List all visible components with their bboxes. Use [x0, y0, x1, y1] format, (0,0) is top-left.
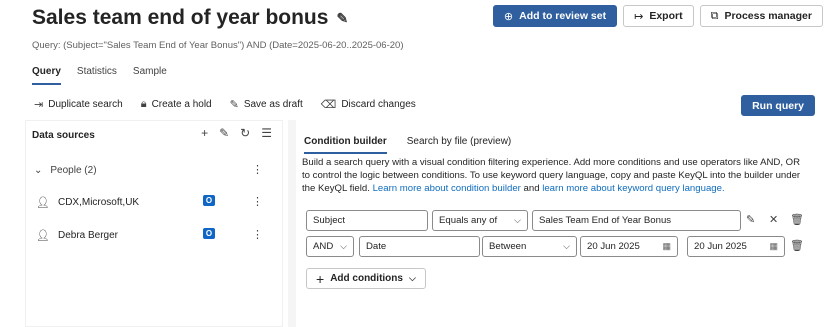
add-icon[interactable]: + [201, 126, 208, 140]
plus-circle-icon: ⊕ [503, 10, 514, 23]
refresh-icon[interactable]: ↻ [240, 126, 250, 140]
export-label: Export [649, 10, 683, 22]
delete-icon[interactable]: 🗑︎ [790, 239, 804, 252]
date-from-input[interactable]: 20 Jun 2025 ▦ [580, 236, 678, 257]
lock-icon: 🔒︎ [140, 98, 147, 110]
data-sources-panel: Data sources + ✎ ↻ ☰ ⌄ People (2) ⋮ 👤︎ C… [25, 120, 283, 327]
source-name: CDX,Microsoft,UK [57, 197, 140, 208]
pencil-icon: ✎ [229, 99, 239, 111]
chevron-down-icon: ⌄ [34, 165, 43, 176]
builder-tabs: Condition builder Search by file (previe… [304, 136, 511, 154]
tab-sample[interactable]: Sample [133, 66, 167, 85]
discard-changes-button[interactable]: ⌫ Discard changes [321, 98, 416, 111]
data-sources-heading: Data sources [32, 130, 95, 141]
plus-icon: + [316, 270, 325, 287]
main-tabs: Query Statistics Sample [32, 66, 167, 85]
condition-builder-panel: Condition builder Search by file (previe… [296, 120, 837, 327]
people-group[interactable]: ⌄ People (2) [34, 165, 97, 176]
query-toolbar: ⇥ Duplicate search 🔒︎ Create a hold ✎ Sa… [34, 98, 416, 111]
condition-operator-value: Equals any of [439, 215, 498, 226]
delete-icon[interactable]: 🗑︎ [790, 213, 804, 226]
outlook-icon: O [203, 228, 215, 239]
chevron-down-icon: ⌵ [408, 273, 416, 283]
condition-value-text: Sales Team End of Year Bonus [539, 215, 672, 226]
more-icon[interactable]: ⋮ [252, 163, 263, 176]
condition-field-value: Date [366, 241, 387, 252]
export-icon: ↦ [634, 10, 644, 23]
page-title-wrap: Sales team end of year bonus ✎ [32, 6, 348, 30]
run-query-button[interactable]: Run query [741, 95, 815, 116]
duplicate-icon: ⇥ [34, 99, 44, 111]
date-to-input[interactable]: 20 Jun 2025 ▦ [687, 236, 785, 257]
logic-operator-value: AND [313, 241, 334, 252]
kql-link[interactable]: learn more about keyword query language. [542, 183, 724, 194]
chevron-down-icon: ⌵ [340, 241, 347, 251]
duplicate-search-button[interactable]: ⇥ Duplicate search [34, 98, 123, 111]
tab-query[interactable]: Query [32, 66, 61, 85]
run-query-label: Run query [752, 99, 804, 112]
header-actions: ⊕ Add to review set ↦ Export ⧉ Process m… [492, 5, 823, 27]
more-icon[interactable]: ⋮ [252, 195, 263, 208]
date-from-value: 20 Jun 2025 [587, 241, 640, 252]
person-icon: 👤︎ [36, 230, 50, 242]
condition-field-select[interactable]: Date [359, 236, 480, 257]
process-manager-label: Process manager [724, 10, 812, 22]
add-to-review-set-button[interactable]: ⊕ Add to review set [492, 5, 618, 27]
add-conditions-label: Add conditions [330, 273, 403, 284]
create-hold-button[interactable]: 🔒︎ Create a hold [141, 98, 212, 111]
list-search-icon[interactable]: ☰ [261, 126, 272, 140]
data-sources-actions: + ✎ ↻ ☰ [201, 126, 272, 140]
edit-icon[interactable]: ✎ [336, 10, 348, 27]
condition-operator-select[interactable]: Equals any of ⌵ [432, 210, 528, 231]
people-group-label: People (2) [50, 165, 97, 176]
source-name: Debra Berger [57, 230, 118, 241]
chevron-down-icon: ⌵ [563, 241, 570, 251]
hold-label: Create a hold [151, 99, 212, 110]
page-title: Sales team end of year bonus [32, 6, 329, 29]
more-icon[interactable]: ⋮ [252, 228, 263, 241]
edit-icon[interactable]: ✎ [746, 213, 755, 226]
discard-icon: ⌫ [320, 99, 337, 111]
person-icon: 👤︎ [36, 197, 50, 209]
outlook-icon: O [203, 195, 215, 206]
chevron-down-icon: ⌵ [514, 215, 521, 225]
process-icon: ⧉ [710, 9, 719, 22]
description-and: and [523, 183, 540, 194]
process-manager-button[interactable]: ⧉ Process manager [699, 5, 823, 27]
duplicate-label: Duplicate search [48, 99, 123, 110]
tab-condition-builder[interactable]: Condition builder [304, 136, 387, 154]
save-draft-button[interactable]: ✎ Save as draft [230, 98, 303, 111]
condition-operator-value: Between [489, 241, 527, 252]
draft-label: Save as draft [243, 99, 303, 110]
condition-value-input[interactable]: Sales Team End of Year Bonus [532, 210, 741, 231]
add-conditions-button[interactable]: + Add conditions ⌵ [306, 268, 426, 289]
condition-operator-select[interactable]: Between ⌵ [482, 236, 577, 257]
panel-splitter[interactable] [288, 120, 296, 327]
calendar-icon[interactable]: ▦ [662, 241, 671, 252]
query-summary: Query: (Subject="Sales Team End of Year … [32, 40, 404, 51]
builder-description: Build a search query with a visual condi… [302, 156, 802, 195]
edit-icon[interactable]: ✎ [219, 126, 229, 140]
calendar-icon[interactable]: ▦ [769, 241, 778, 252]
close-icon[interactable]: ✕ [769, 213, 778, 226]
date-to-value: 20 Jun 2025 [694, 241, 747, 252]
add-to-review-set-label: Add to review set [519, 10, 607, 22]
condition-builder-link[interactable]: Learn more about condition builder [373, 183, 521, 194]
source-row[interactable]: 👤︎ Debra Berger [36, 229, 118, 242]
condition-field-select[interactable]: Subject [306, 210, 428, 231]
export-button[interactable]: ↦ Export [623, 5, 694, 27]
discard-label: Discard changes [341, 99, 416, 110]
source-row[interactable]: 👤︎ CDX,Microsoft,UK [36, 196, 139, 209]
logic-operator-select[interactable]: AND ⌵ [306, 236, 354, 257]
tab-statistics[interactable]: Statistics [77, 66, 117, 85]
tab-search-by-file[interactable]: Search by file (preview) [407, 136, 511, 154]
condition-field-value: Subject [313, 215, 345, 226]
